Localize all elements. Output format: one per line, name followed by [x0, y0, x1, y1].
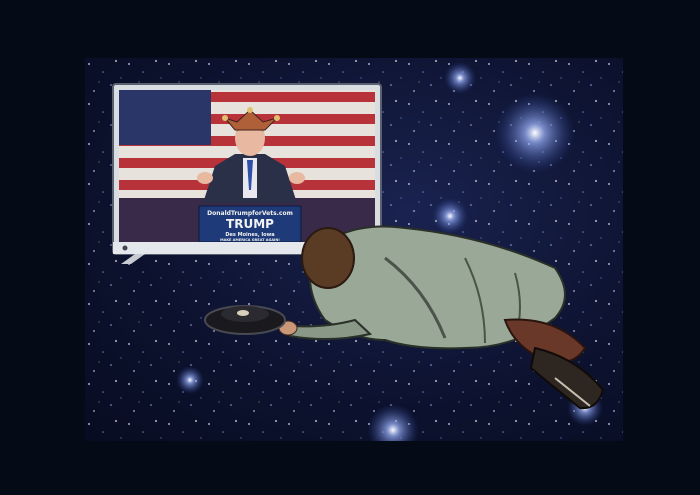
bright-star — [176, 366, 204, 394]
bright-star — [495, 93, 575, 173]
coins — [237, 310, 249, 316]
power-indicator — [122, 245, 128, 251]
image-frame: DonaldTrumpforVets.com TRUMP Des Moines,… — [0, 0, 700, 495]
podium-slogan: MAKE AMERICA GREAT AGAIN! — [220, 238, 280, 242]
artwork-svg: DonaldTrumpforVets.com TRUMP Des Moines,… — [85, 58, 623, 441]
podium-url: DonaldTrumpforVets.com — [207, 210, 293, 217]
hat-for-coins — [204, 305, 286, 335]
bright-star — [444, 62, 476, 94]
bright-star — [432, 198, 468, 234]
podium: DonaldTrumpforVets.com TRUMP Des Moines,… — [198, 205, 302, 243]
hair — [301, 227, 355, 289]
space-scene: DonaldTrumpforVets.com TRUMP Des Moines,… — [85, 58, 623, 441]
podium-name: TRUMP — [226, 217, 274, 231]
